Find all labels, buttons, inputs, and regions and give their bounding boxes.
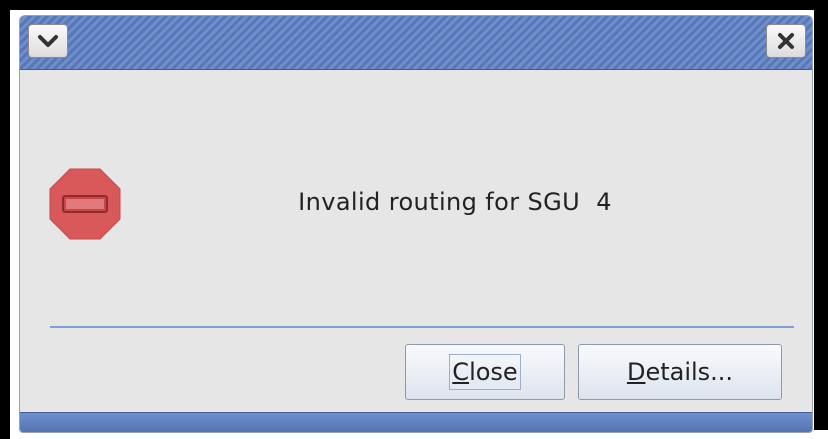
error-message: Invalid routing for SGU 4 [298,188,612,216]
frame-border-top [0,0,828,10]
window-bottom-border [20,412,812,432]
error-dialog-window: Invalid routing for SGU 4 Close Details.… [19,15,813,433]
details-button-label: Details... [627,358,733,386]
window-close-button[interactable] [766,24,806,58]
screenshot-stage: Invalid routing for SGU 4 Close Details.… [0,0,828,439]
close-button[interactable]: Close [405,344,565,400]
chevron-down-icon [38,35,58,47]
close-icon [778,33,794,49]
details-mnemonic: D [626,358,646,386]
details-button[interactable]: Details... [578,344,782,400]
details-label-rest: etails... [645,358,734,386]
frame-border-right [814,0,828,430]
close-button-label: Close [449,354,521,390]
close-mnemonic: C [452,358,470,386]
window-menu-button[interactable] [28,24,68,58]
stop-error-icon [49,168,121,240]
frame-border-left [0,0,10,439]
close-label-rest: lose [469,358,518,386]
dialog-content: Invalid routing for SGU 4 Close Details.… [20,70,812,432]
separator [50,326,794,328]
titlebar[interactable] [20,16,812,70]
